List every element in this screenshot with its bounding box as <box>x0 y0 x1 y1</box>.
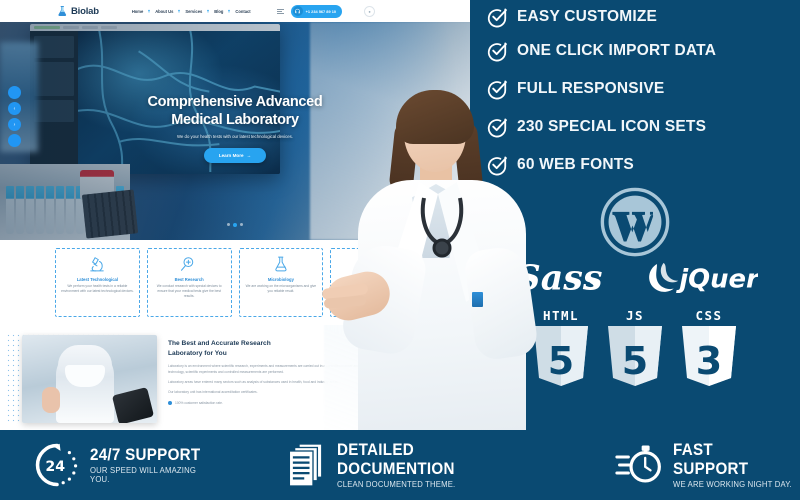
slider-prev-button[interactable]: ‹ <box>8 102 21 115</box>
logo-text: Biolab <box>71 5 99 17</box>
html5-label: HTML <box>542 308 580 323</box>
footer-item-documentation: DETAILED DOCUMENTION CLEAN DOCUMENTED TH… <box>285 441 549 489</box>
nav-separator-icon <box>178 9 181 13</box>
about-heading-line1: The Best and Accurate Research <box>168 340 271 347</box>
feature-card-title: Microbiology <box>267 277 294 282</box>
nav-item-home[interactable]: Home <box>132 9 143 14</box>
shield-icon: 5 <box>608 326 662 386</box>
menu-toggle-icon[interactable] <box>276 8 284 14</box>
product-poster: Biolab Home About Us Services Blog Conta… <box>0 0 800 500</box>
side-nav-dot-bottom <box>8 134 21 147</box>
bullet-icon <box>168 400 172 405</box>
slider-next-button[interactable]: › <box>8 118 21 131</box>
html5-shield: HTML 5 <box>531 308 591 395</box>
feature-label: ONE CLICK IMPORT DATA <box>517 42 717 59</box>
css3-shield: CSS 3 <box>679 308 739 395</box>
magnifier-icon <box>181 257 194 271</box>
footer-item-fast-support: FAST SUPPORT WE ARE WORKING NIGHT DAY. <box>615 441 800 489</box>
site-logo[interactable]: Biolab <box>57 5 99 17</box>
hero-title-line1: Comprehensive Advanced <box>147 94 323 110</box>
feature-label: EASY CUSTOMIZE <box>517 8 658 25</box>
feature-card-desc: We are working on the microorganisms and… <box>245 284 317 293</box>
js-shield: JS 5 <box>605 308 665 395</box>
feature-card-desc: We conduct research with special devices… <box>156 284 222 298</box>
clock-24-icon: 24 <box>35 443 78 487</box>
call-button[interactable]: +1 234 567 89 10 <box>290 4 343 18</box>
check-circle-icon <box>487 8 507 28</box>
learn-more-button[interactable]: Learn More → <box>204 148 266 164</box>
nav-item-services[interactable]: Services <box>185 9 202 14</box>
nav-separator-icon <box>148 9 151 13</box>
header-search-icon[interactable]: ● <box>364 5 376 17</box>
feature-card[interactable]: Best Research We conduct research with s… <box>146 248 232 317</box>
feature-item: ONE CLICK IMPORT DATA <box>486 40 716 75</box>
footer-title: DETAILED DOCUMENTION <box>336 441 455 478</box>
shield-digit: 5 <box>622 339 648 383</box>
call-number: +1 234 567 89 10 <box>305 8 337 14</box>
css3-label: CSS <box>695 308 723 323</box>
nav-item-about[interactable]: About Us <box>155 9 173 14</box>
site-header: Biolab Home About Us Services Blog Conta… <box>0 0 470 22</box>
flask-icon <box>58 5 67 17</box>
footer-title: 24/7 SUPPORT <box>90 445 201 464</box>
js-label: JS <box>625 308 645 323</box>
footer-subtitle: WE ARE WORKING NIGHT DAY. <box>672 479 792 489</box>
footer-bar: 24 24/7 SUPPORT OUR SPEED WILL AMAZING Y… <box>0 430 800 500</box>
footer-title: FAST SUPPORT <box>672 441 749 478</box>
feature-card-title: Best Research <box>174 277 204 282</box>
nav-item-contact[interactable]: Contact <box>235 9 250 14</box>
feature-label: 230 SPECIAL ICON SETS <box>517 118 707 135</box>
shield-digit: 3 <box>696 339 722 383</box>
footer-subtitle: OUR SPEED WILL AMAZING YOU. <box>90 466 197 485</box>
documents-icon <box>288 443 323 487</box>
side-nav-dot-top <box>8 86 21 99</box>
feature-card[interactable]: Latest Technological We perform your hea… <box>55 248 140 317</box>
arrow-right-icon: → <box>246 153 252 159</box>
hero-title-line2: Medical Laboratory <box>171 111 299 128</box>
feature-label: FULL RESPONSIVE <box>517 80 665 97</box>
slider-dot-active[interactable] <box>233 223 237 227</box>
slider-dot[interactable] <box>227 223 230 226</box>
feature-card-desc: We perform your health tests in a reliab… <box>61 284 134 293</box>
jquery-logo: jQuery <box>649 262 758 295</box>
site-nav: Home About Us Services Blog Contact <box>132 9 251 14</box>
slider-dot[interactable] <box>240 223 243 226</box>
shield-digit: 5 <box>548 339 574 383</box>
shield-icon: 5 <box>534 326 588 386</box>
doctor-cutout <box>321 90 540 430</box>
feature-card[interactable]: Microbiology We are working on the micro… <box>238 248 324 317</box>
nav-item-blog[interactable]: Blog <box>214 9 223 14</box>
feature-item: EASY CUSTOMIZE <box>486 6 657 41</box>
nav-separator-icon <box>207 9 210 13</box>
slider-side-nav[interactable]: ‹ › <box>8 86 21 147</box>
microscope-icon <box>90 257 105 272</box>
badge-24: 24 <box>45 459 65 475</box>
wordpress-logo <box>600 187 670 257</box>
footer-subtitle: CLEAN DOCUMENTED THEME. <box>336 479 456 489</box>
feature-card-title: Latest Technological <box>76 277 119 282</box>
about-bullet-label: 100% customer satisfaction rate. <box>175 400 223 405</box>
id-badge <box>472 292 483 307</box>
lab-technician-photo <box>22 335 157 423</box>
check-circle-icon <box>487 42 507 62</box>
nav-separator-icon <box>228 9 231 13</box>
feature-label: 60 WEB FONTS <box>517 156 634 173</box>
learn-more-label: Learn More <box>218 153 244 159</box>
flask-icon <box>275 256 287 272</box>
about-heading-line2: Laboratory for You <box>168 349 227 357</box>
svg-text:jQuery: jQuery <box>675 265 758 295</box>
footer-item-support: 24 24/7 SUPPORT OUR SPEED WILL AMAZING Y… <box>34 442 223 488</box>
stopwatch-icon <box>615 445 661 483</box>
shield-icon: 3 <box>682 326 736 386</box>
headset-icon <box>292 6 303 16</box>
